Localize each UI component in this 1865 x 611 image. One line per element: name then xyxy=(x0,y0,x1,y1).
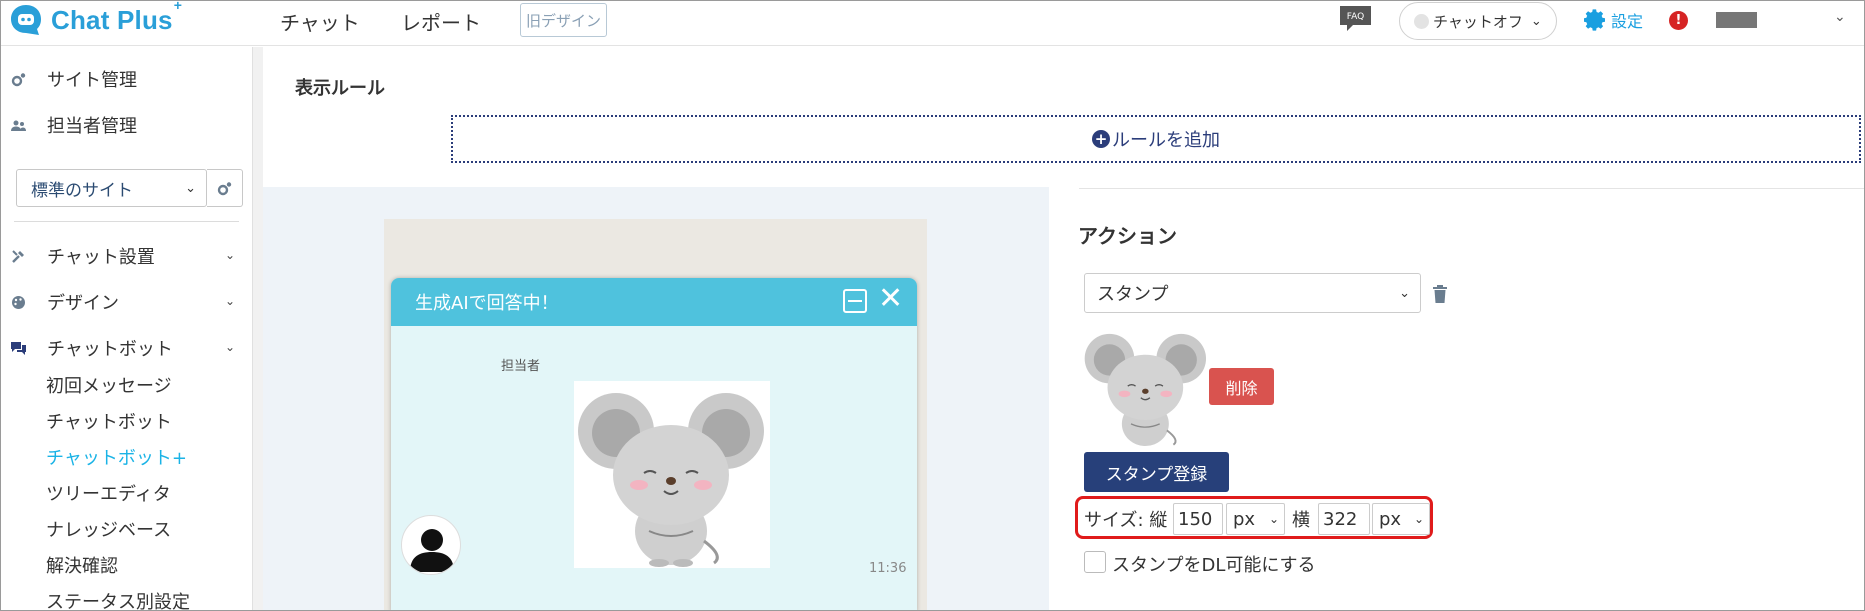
gears-icon xyxy=(217,181,232,195)
gear-icon xyxy=(1584,9,1605,31)
action-type-select[interactable]: スタンプ ⌄ xyxy=(1084,273,1421,313)
users-icon xyxy=(10,117,26,133)
sidebar-subitem-knowledge-base[interactable]: ナレッジベース xyxy=(46,516,171,542)
settings-link[interactable]: 設定 xyxy=(1584,8,1643,32)
sidebar-subitem-first-message[interactable]: 初回メッセージ xyxy=(46,372,172,398)
sidebar-subitem-status-settings[interactable]: ステータス別設定 xyxy=(46,588,190,610)
sidebar-item-staff-admin[interactable]: 担当者管理 xyxy=(1,112,137,138)
site-select-value: 標準のサイト xyxy=(31,180,133,201)
add-rule-label: ルールを追加 xyxy=(1112,130,1220,151)
chat-window-header: 生成AIで回答中！ xyxy=(391,278,917,326)
chevron-down-icon[interactable]: ⌄ xyxy=(225,248,235,262)
chat-plus-logo-icon xyxy=(11,5,41,35)
chevron-down-icon[interactable]: ⌄ xyxy=(225,294,235,308)
nav-report[interactable]: レポート xyxy=(401,7,481,36)
sidebar-item-label: チャット設置 xyxy=(47,247,155,268)
chevron-down-icon: ⌄ xyxy=(1399,286,1410,301)
sidebar-scrollbar[interactable] xyxy=(253,47,263,610)
sidebar-subitem-tree-editor[interactable]: ツリーエディタ xyxy=(46,480,171,506)
close-icon[interactable]: ✕ xyxy=(878,284,903,314)
message-timestamp: 11:36 xyxy=(869,561,907,576)
faq-icon[interactable]: FAQ xyxy=(1339,5,1372,33)
tools-icon xyxy=(10,248,26,264)
stamp-image xyxy=(574,381,770,568)
site-settings-button[interactable] xyxy=(207,169,243,207)
faq-label: FAQ xyxy=(1347,12,1364,22)
gears-icon xyxy=(10,71,26,87)
chat-status-toggle[interactable]: チャットオフ ⌄ xyxy=(1399,2,1557,40)
palette-icon xyxy=(10,294,26,310)
height-unit-select[interactable]: px ⌄ xyxy=(1226,503,1285,535)
logo[interactable]: Chat Plus+ xyxy=(9,0,183,37)
size-width-label: 横 xyxy=(1292,510,1310,531)
width-input[interactable]: 322 xyxy=(1318,503,1370,535)
sidebar-subitem-resolve-check[interactable]: 解決確認 xyxy=(46,552,118,578)
display-rule-title: 表示ルール xyxy=(295,78,385,99)
user-name-redacted[interactable] xyxy=(1716,12,1757,28)
minimize-icon[interactable] xyxy=(843,289,867,313)
sidebar-item-label: サイト管理 xyxy=(47,70,137,91)
agent-label: 担当者 xyxy=(501,359,541,374)
sidebar-subitem-chatbot-plus[interactable]: チャットボット+ xyxy=(46,444,187,470)
sidebar-item-chat-setup[interactable]: チャット設置 xyxy=(1,243,155,269)
chat-bubbles-icon xyxy=(10,340,26,356)
user-menu-chevron-icon[interactable]: ⌄ xyxy=(1834,9,1846,25)
settings-label: 設定 xyxy=(1611,12,1644,31)
chat-window-title: 生成AIで回答中！ xyxy=(415,293,559,314)
chevron-down-icon: ⌄ xyxy=(1413,512,1424,526)
sidebar-item-label: チャットボット xyxy=(47,339,173,360)
mouse-stamp-illustration xyxy=(1084,333,1207,447)
site-select[interactable]: 標準のサイト ⌄ xyxy=(16,169,207,207)
chevron-down-icon: ⌄ xyxy=(185,181,196,196)
size-height-label: サイズ: 縦 xyxy=(1084,510,1168,531)
chevron-down-icon: ⌄ xyxy=(1268,512,1279,526)
delete-stamp-button[interactable]: 削除 xyxy=(1209,368,1274,405)
chevron-down-icon: ⌄ xyxy=(1530,13,1542,29)
status-dot-icon xyxy=(1414,13,1429,29)
chat-status-label: チャットオフ xyxy=(1433,12,1523,31)
sidebar: サイト管理 担当者管理 標準のサイト ⌄ チャット設置 ⌄ デザイン ⌄ チャッ… xyxy=(1,47,253,610)
sidebar-item-design[interactable]: デザイン xyxy=(1,289,119,315)
height-unit-value: px xyxy=(1233,508,1256,530)
chevron-down-icon[interactable]: ⌄ xyxy=(225,340,235,354)
user-silhouette-icon xyxy=(410,529,454,572)
sidebar-item-site-admin[interactable]: サイト管理 xyxy=(1,66,137,92)
sidebar-divider xyxy=(14,221,239,222)
alert-icon[interactable]: ! xyxy=(1669,11,1688,30)
plus-circle-icon: + xyxy=(1092,130,1110,148)
downloadable-label[interactable]: スタンプをDL可能にする xyxy=(1112,551,1316,577)
add-rule-button[interactable]: + ルールを追加 xyxy=(451,115,1861,163)
action-title: アクション xyxy=(1078,224,1177,248)
downloadable-checkbox[interactable] xyxy=(1084,551,1106,573)
sidebar-item-chatbot[interactable]: チャットボット xyxy=(1,335,173,361)
register-stamp-button[interactable]: スタンプ登録 xyxy=(1084,452,1229,492)
sidebar-item-label: 担当者管理 xyxy=(47,116,137,137)
sidebar-item-label: デザイン xyxy=(47,293,119,314)
agent-avatar xyxy=(401,515,461,575)
section-divider xyxy=(1079,188,1864,189)
selected-stamp-preview xyxy=(1082,326,1210,448)
width-unit-value: px xyxy=(1379,508,1402,530)
mouse-stamp-illustration xyxy=(578,393,764,567)
trash-icon[interactable] xyxy=(1432,285,1448,303)
action-type-value: スタンプ xyxy=(1097,284,1169,305)
nav-chat[interactable]: チャット xyxy=(280,7,360,36)
chat-window-preview: 生成AIで回答中！ ✕ 担当者 11:36 xyxy=(391,278,917,610)
logo-text: Chat Plus+ xyxy=(51,0,183,35)
top-header: Chat Plus+ チャット レポート 旧デザイン FAQ チャットオフ ⌄ … xyxy=(1,1,1864,46)
height-input[interactable]: 150 xyxy=(1173,503,1223,535)
sidebar-subitem-chatbot[interactable]: チャットボット xyxy=(46,408,172,434)
old-design-button[interactable]: 旧デザイン xyxy=(520,3,607,37)
width-unit-select[interactable]: px ⌄ xyxy=(1372,503,1430,535)
app-window: Chat Plus+ チャット レポート 旧デザイン FAQ チャットオフ ⌄ … xyxy=(0,0,1865,611)
